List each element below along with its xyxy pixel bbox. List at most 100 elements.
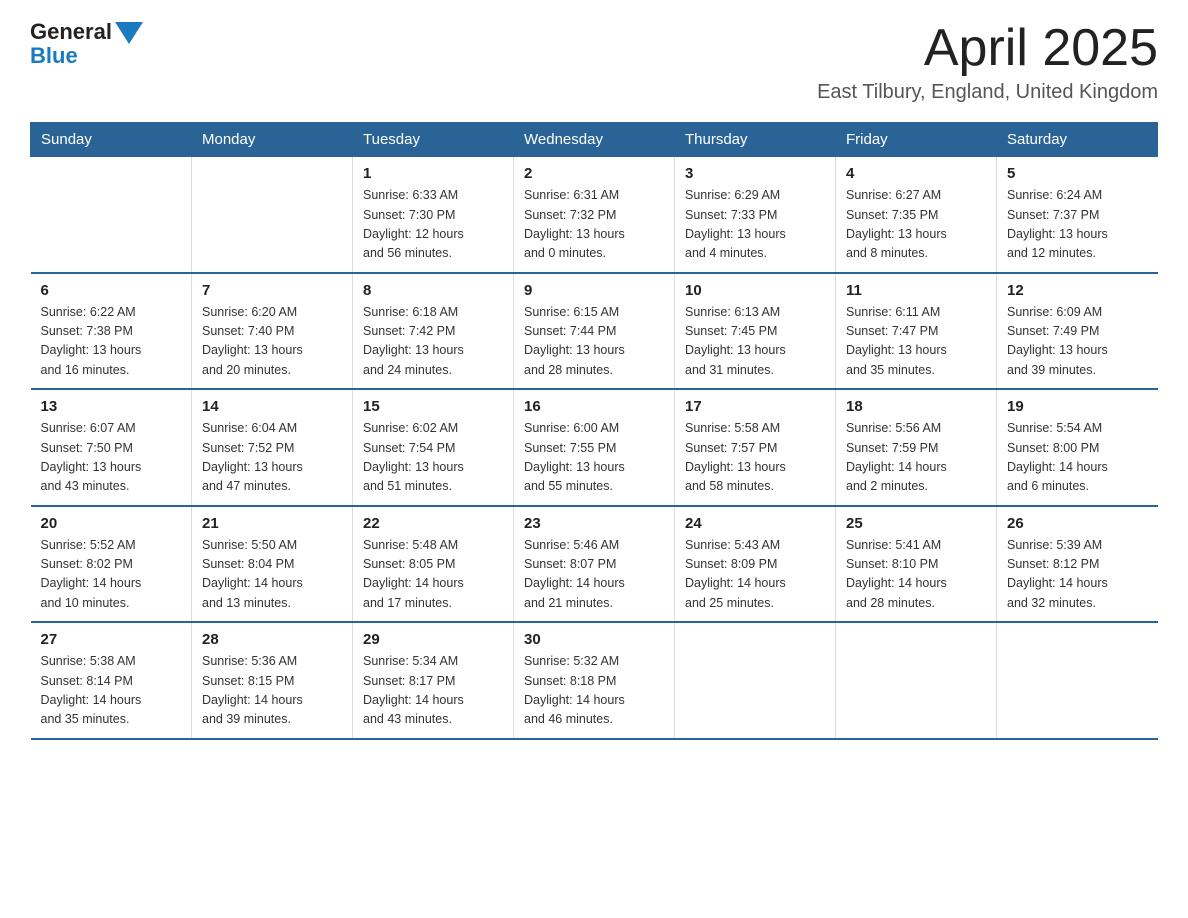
- calendar-cell: 27 Sunrise: 5:38 AMSunset: 8:14 PMDayligh…: [31, 622, 192, 739]
- day-number: 14: [202, 398, 342, 415]
- calendar-cell: [997, 622, 1158, 739]
- day-info: Sunrise: 6:09 AMSunset: 7:49 PMDaylight:…: [1007, 303, 1148, 381]
- day-number: 15: [363, 398, 503, 415]
- day-info: Sunrise: 5:38 AMSunset: 8:14 PMDaylight:…: [41, 652, 182, 730]
- day-info: Sunrise: 5:36 AMSunset: 8:15 PMDaylight:…: [202, 652, 342, 730]
- calendar-cell: 19 Sunrise: 5:54 AMSunset: 8:00 PMDayligh…: [997, 389, 1158, 506]
- day-info: Sunrise: 6:13 AMSunset: 7:45 PMDaylight:…: [685, 303, 825, 381]
- calendar-cell: 16 Sunrise: 6:00 AMSunset: 7:55 PMDayligh…: [514, 389, 675, 506]
- day-info: Sunrise: 6:00 AMSunset: 7:55 PMDaylight:…: [524, 419, 664, 497]
- month-title: April 2025: [817, 20, 1158, 77]
- day-info: Sunrise: 5:54 AMSunset: 8:00 PMDaylight:…: [1007, 419, 1148, 497]
- day-number: 19: [1007, 398, 1148, 415]
- day-info: Sunrise: 5:43 AMSunset: 8:09 PMDaylight:…: [685, 536, 825, 614]
- day-info: Sunrise: 5:56 AMSunset: 7:59 PMDaylight:…: [846, 419, 986, 497]
- day-number: 21: [202, 515, 342, 532]
- header-cell-saturday: Saturday: [997, 123, 1158, 157]
- header-cell-sunday: Sunday: [31, 123, 192, 157]
- calendar-cell: 30Sunrise: 5:32 AMSunset: 8:18 PMDayligh…: [514, 622, 675, 739]
- day-info: Sunrise: 6:11 AMSunset: 7:47 PMDaylight:…: [846, 303, 986, 381]
- header-cell-thursday: Thursday: [675, 123, 836, 157]
- calendar-cell: 3 Sunrise: 6:29 AMSunset: 7:33 PMDaylight…: [675, 157, 836, 273]
- day-number: 29: [363, 631, 503, 648]
- calendar-cell: 22 Sunrise: 5:48 AMSunset: 8:05 PMDayligh…: [353, 506, 514, 623]
- calendar-body: 1Sunrise: 6:33 AMSunset: 7:30 PMDaylight…: [31, 157, 1158, 739]
- day-info: Sunrise: 5:32 AMSunset: 8:18 PMDaylight:…: [524, 652, 664, 730]
- location-text: East Tilbury, England, United Kingdom: [817, 81, 1158, 104]
- calendar-cell: 14Sunrise: 6:04 AMSunset: 7:52 PMDayligh…: [192, 389, 353, 506]
- day-number: 8: [363, 282, 503, 299]
- week-row-4: 20 Sunrise: 5:52 AMSunset: 8:02 PMDayligh…: [31, 506, 1158, 623]
- calendar-cell: 4 Sunrise: 6:27 AMSunset: 7:35 PMDaylight…: [836, 157, 997, 273]
- calendar-cell: 12 Sunrise: 6:09 AMSunset: 7:49 PMDayligh…: [997, 273, 1158, 390]
- week-row-5: 27 Sunrise: 5:38 AMSunset: 8:14 PMDayligh…: [31, 622, 1158, 739]
- day-number: 23: [524, 515, 664, 532]
- page-header: General Blue April 2025 East Tilbury, En…: [30, 20, 1158, 104]
- day-info: Sunrise: 6:18 AMSunset: 7:42 PMDaylight:…: [363, 303, 503, 381]
- calendar-table: SundayMondayTuesdayWednesdayThursdayFrid…: [30, 122, 1158, 740]
- day-info: Sunrise: 5:34 AMSunset: 8:17 PMDaylight:…: [363, 652, 503, 730]
- day-info: Sunrise: 6:20 AMSunset: 7:40 PMDaylight:…: [202, 303, 342, 381]
- day-info: Sunrise: 6:27 AMSunset: 7:35 PMDaylight:…: [846, 186, 986, 264]
- day-number: 20: [41, 515, 182, 532]
- day-info: Sunrise: 5:50 AMSunset: 8:04 PMDaylight:…: [202, 536, 342, 614]
- calendar-cell: [836, 622, 997, 739]
- calendar-cell: [675, 622, 836, 739]
- week-row-3: 13Sunrise: 6:07 AMSunset: 7:50 PMDayligh…: [31, 389, 1158, 506]
- week-row-2: 6Sunrise: 6:22 AMSunset: 7:38 PMDaylight…: [31, 273, 1158, 390]
- day-info: Sunrise: 5:39 AMSunset: 8:12 PMDaylight:…: [1007, 536, 1148, 614]
- day-number: 22: [363, 515, 503, 532]
- day-number: 24: [685, 515, 825, 532]
- calendar-cell: 6Sunrise: 6:22 AMSunset: 7:38 PMDaylight…: [31, 273, 192, 390]
- day-number: 16: [524, 398, 664, 415]
- calendar-cell: 11 Sunrise: 6:11 AMSunset: 7:47 PMDayligh…: [836, 273, 997, 390]
- calendar-cell: 2 Sunrise: 6:31 AMSunset: 7:32 PMDaylight…: [514, 157, 675, 273]
- logo-text-blue: Blue: [30, 44, 78, 68]
- day-number: 10: [685, 282, 825, 299]
- calendar-cell: [192, 157, 353, 273]
- day-info: Sunrise: 5:48 AMSunset: 8:05 PMDaylight:…: [363, 536, 503, 614]
- header-cell-wednesday: Wednesday: [514, 123, 675, 157]
- day-info: Sunrise: 5:46 AMSunset: 8:07 PMDaylight:…: [524, 536, 664, 614]
- day-info: Sunrise: 6:33 AMSunset: 7:30 PMDaylight:…: [363, 186, 503, 264]
- day-number: 9: [524, 282, 664, 299]
- calendar-cell: 24 Sunrise: 5:43 AMSunset: 8:09 PMDayligh…: [675, 506, 836, 623]
- day-info: Sunrise: 6:31 AMSunset: 7:32 PMDaylight:…: [524, 186, 664, 264]
- day-number: 18: [846, 398, 986, 415]
- calendar-cell: 13Sunrise: 6:07 AMSunset: 7:50 PMDayligh…: [31, 389, 192, 506]
- calendar-cell: 7Sunrise: 6:20 AMSunset: 7:40 PMDaylight…: [192, 273, 353, 390]
- day-info: Sunrise: 5:41 AMSunset: 8:10 PMDaylight:…: [846, 536, 986, 614]
- day-number: 28: [202, 631, 342, 648]
- day-info: Sunrise: 5:52 AMSunset: 8:02 PMDaylight:…: [41, 536, 182, 614]
- day-number: 25: [846, 515, 986, 532]
- calendar-header: SundayMondayTuesdayWednesdayThursdayFrid…: [31, 123, 1158, 157]
- day-info: Sunrise: 6:22 AMSunset: 7:38 PMDaylight:…: [41, 303, 182, 381]
- calendar-cell: 9Sunrise: 6:15 AMSunset: 7:44 PMDaylight…: [514, 273, 675, 390]
- day-number: 3: [685, 165, 825, 182]
- title-block: April 2025 East Tilbury, England, United…: [817, 20, 1158, 104]
- day-info: Sunrise: 6:29 AMSunset: 7:33 PMDaylight:…: [685, 186, 825, 264]
- week-row-1: 1Sunrise: 6:33 AMSunset: 7:30 PMDaylight…: [31, 157, 1158, 273]
- day-info: Sunrise: 6:24 AMSunset: 7:37 PMDaylight:…: [1007, 186, 1148, 264]
- day-number: 13: [41, 398, 182, 415]
- calendar-cell: 26Sunrise: 5:39 AMSunset: 8:12 PMDayligh…: [997, 506, 1158, 623]
- calendar-cell: [31, 157, 192, 273]
- calendar-cell: 8 Sunrise: 6:18 AMSunset: 7:42 PMDaylight…: [353, 273, 514, 390]
- day-number: 4: [846, 165, 986, 182]
- header-cell-monday: Monday: [192, 123, 353, 157]
- day-number: 5: [1007, 165, 1148, 182]
- calendar-cell: 28 Sunrise: 5:36 AMSunset: 8:15 PMDayligh…: [192, 622, 353, 739]
- day-number: 11: [846, 282, 986, 299]
- calendar-cell: 18 Sunrise: 5:56 AMSunset: 7:59 PMDayligh…: [836, 389, 997, 506]
- header-row: SundayMondayTuesdayWednesdayThursdayFrid…: [31, 123, 1158, 157]
- calendar-cell: 23 Sunrise: 5:46 AMSunset: 8:07 PMDayligh…: [514, 506, 675, 623]
- header-cell-tuesday: Tuesday: [353, 123, 514, 157]
- calendar-cell: 15Sunrise: 6:02 AMSunset: 7:54 PMDayligh…: [353, 389, 514, 506]
- day-number: 12: [1007, 282, 1148, 299]
- day-number: 27: [41, 631, 182, 648]
- calendar-cell: 25 Sunrise: 5:41 AMSunset: 8:10 PMDayligh…: [836, 506, 997, 623]
- day-number: 17: [685, 398, 825, 415]
- calendar-cell: 29 Sunrise: 5:34 AMSunset: 8:17 PMDayligh…: [353, 622, 514, 739]
- logo-text-general: General: [30, 20, 112, 44]
- day-number: 2: [524, 165, 664, 182]
